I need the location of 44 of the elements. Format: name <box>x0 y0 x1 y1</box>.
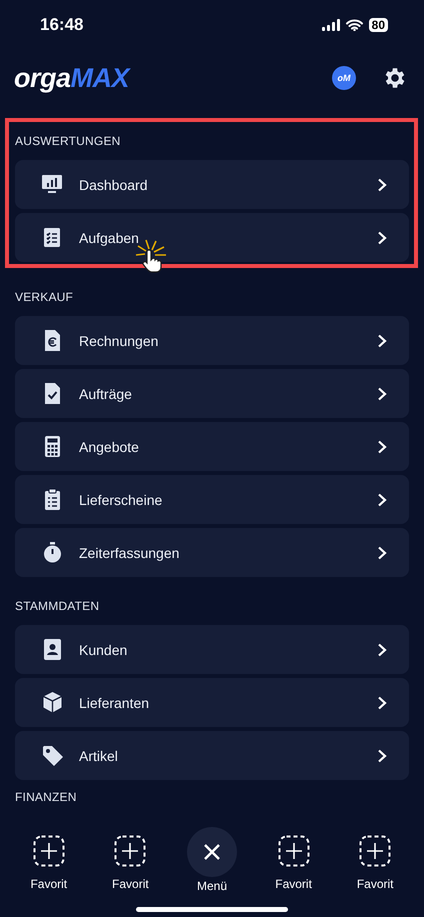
chevron-right-icon <box>377 642 387 656</box>
chevron-right-icon <box>377 748 387 762</box>
favorite-button[interactable]: Favorit <box>16 835 82 891</box>
signal-icon <box>322 19 340 31</box>
chevron-right-icon <box>377 492 387 506</box>
section-heading: FINANZEN <box>15 790 78 806</box>
menu-item[interactable]: Zeiterfassungen <box>15 528 409 577</box>
stopwatch-icon <box>41 541 64 564</box>
menu-item[interactable]: Aufträge <box>15 369 409 418</box>
chevron-right-icon <box>377 386 387 400</box>
favorite-button[interactable]: Favorit <box>342 835 408 891</box>
battery-level: 80 <box>368 18 388 32</box>
section-heading: AUSWERTUNGEN <box>15 134 122 150</box>
favorite-button[interactable]: Favorit <box>260 835 327 891</box>
section-heading: STAMMDATEN <box>15 599 100 615</box>
chevron-right-icon <box>377 230 387 244</box>
section-heading: VERKAUF <box>15 290 74 306</box>
avatar[interactable]: oM <box>332 66 356 90</box>
chevron-right-icon <box>377 440 387 454</box>
add-favorite-icon <box>278 835 310 867</box>
chevron-right-icon <box>377 696 387 710</box>
contact-book-icon <box>41 638 64 661</box>
monitor-chart-icon <box>41 173 64 196</box>
menu-item[interactable]: Dashboard <box>15 160 409 209</box>
chevron-right-icon <box>377 178 387 192</box>
wifi-icon <box>346 19 363 31</box>
menu-item[interactable]: Artikel <box>15 731 409 780</box>
menu-item[interactable]: Kunden <box>15 625 409 674</box>
box-icon <box>41 691 64 714</box>
menu-item[interactable]: Aufgaben <box>15 213 409 262</box>
menu-item[interactable]: Rechnungen <box>15 316 409 365</box>
add-favorite-icon <box>32 835 65 867</box>
favorite-button[interactable]: Favorit <box>97 835 164 891</box>
menu-item[interactable]: Angebote <box>15 422 409 471</box>
close-icon <box>204 844 220 860</box>
status-time: 16:48 <box>40 15 84 35</box>
chevron-right-icon <box>377 334 387 348</box>
add-favorite-icon <box>359 835 392 867</box>
tag-icon <box>41 744 64 767</box>
menu-item[interactable]: Lieferscheine <box>15 475 409 524</box>
chevron-right-icon <box>377 546 387 560</box>
menu-item[interactable]: Lieferanten <box>15 678 409 727</box>
logo: orgaMAX <box>14 62 130 94</box>
add-favorite-icon <box>114 835 146 867</box>
